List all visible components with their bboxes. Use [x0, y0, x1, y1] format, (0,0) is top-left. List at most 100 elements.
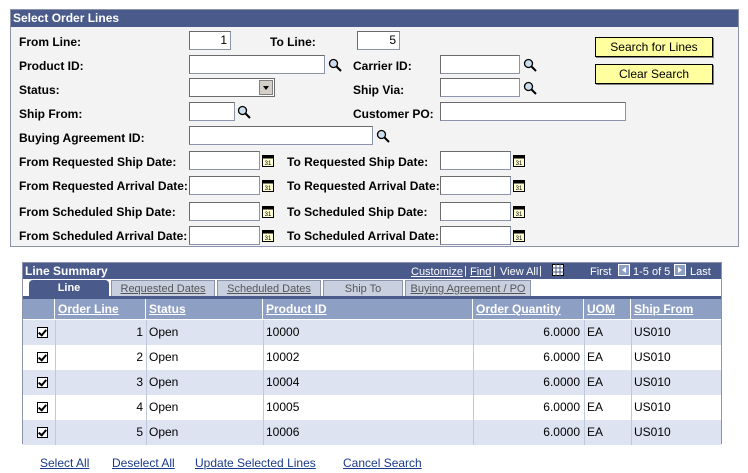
ship-via-lookup-icon[interactable] — [523, 81, 537, 95]
svg-text:31: 31 — [265, 186, 272, 192]
calendar-icon[interactable]: 31 — [513, 229, 525, 242]
svg-text:31: 31 — [516, 236, 523, 242]
tab-ship-to[interactable]: Ship To — [323, 280, 403, 296]
customer-po-input[interactable] — [440, 102, 626, 121]
calendar-icon[interactable]: 31 — [262, 205, 274, 218]
to-scheduled-ship-input[interactable] — [440, 202, 511, 221]
row-checkbox[interactable] — [37, 427, 48, 438]
column-header-product-id[interactable]: Product ID — [263, 299, 473, 319]
order-quantity-cell: 6.0000 — [543, 425, 580, 439]
order-line-cell: 2 — [136, 350, 143, 364]
column-header-order-line[interactable]: Order Line — [55, 299, 146, 319]
grid-title: Line Summary — [25, 264, 108, 278]
ship-from-lookup-icon[interactable] — [237, 105, 251, 119]
clear-search-button[interactable]: Clear Search — [595, 64, 713, 84]
find-link[interactable]: Find — [470, 266, 491, 278]
select-column-header — [23, 299, 55, 319]
table-row: 4 Open 10005 6.0000 EA US010 — [23, 395, 721, 420]
chevron-down-icon[interactable] — [259, 80, 273, 95]
product-id-cell: 10002 — [266, 350, 300, 364]
customize-link[interactable]: Customize — [411, 266, 463, 278]
product-id-input[interactable] — [189, 55, 325, 74]
to-scheduled-arrival-input[interactable] — [440, 226, 511, 245]
to-requested-ship-input[interactable] — [440, 151, 511, 170]
ship-via-label: Ship Via: — [353, 83, 405, 97]
from-requested-ship-input[interactable] — [189, 151, 260, 170]
deselect-all-link[interactable]: Deselect All — [112, 456, 175, 470]
row-checkbox[interactable] — [37, 352, 48, 363]
column-header-status[interactable]: Status — [146, 299, 263, 319]
search-for-lines-button[interactable]: Search for Lines — [595, 37, 713, 57]
product-id-cell: 10000 — [266, 325, 300, 339]
calendar-icon[interactable]: 31 — [262, 179, 274, 192]
carrier-id-input[interactable] — [440, 55, 520, 74]
from-line-input[interactable]: 1 — [189, 31, 231, 50]
ship-from-cell: US010 — [634, 425, 671, 439]
svg-text:31: 31 — [265, 236, 272, 242]
product-id-lookup-icon[interactable] — [328, 58, 342, 72]
product-id-cell: 10004 — [266, 375, 300, 389]
customer-po-label: Customer PO: — [353, 107, 434, 121]
table-row: 3 Open 10004 6.0000 EA US010 — [23, 370, 721, 395]
calendar-icon[interactable]: 31 — [513, 205, 525, 218]
column-header-order-quantity[interactable]: Order Quantity — [473, 299, 584, 319]
row-checkbox[interactable] — [37, 377, 48, 388]
table-row: 5 Open 10006 6.0000 EA US010 — [23, 420, 721, 445]
from-scheduled-arrival-label: From Scheduled Arrival Date: — [19, 229, 188, 243]
from-line-label: From Line: — [19, 35, 81, 49]
grid-download-icon[interactable] — [552, 264, 564, 276]
select-all-link[interactable]: Select All — [40, 456, 89, 470]
carrier-id-lookup-icon[interactable] — [523, 58, 537, 72]
next-arrow-icon[interactable] — [674, 264, 686, 276]
calendar-icon[interactable]: 31 — [513, 179, 525, 192]
select-order-lines-panel: Select Order Lines From Line: 1 To Line:… — [10, 9, 739, 247]
calendar-icon[interactable]: 31 — [513, 154, 525, 167]
calendar-icon[interactable]: 31 — [262, 229, 274, 242]
to-line-input[interactable]: 5 — [357, 31, 400, 50]
calendar-icon[interactable]: 31 — [262, 154, 274, 167]
svg-text:31: 31 — [265, 161, 272, 167]
from-scheduled-arrival-input[interactable] — [189, 226, 260, 245]
row-checkbox[interactable] — [37, 327, 48, 338]
from-requested-ship-label: From Requested Ship Date: — [19, 155, 177, 169]
grid-header: Line Summary Customize | Find | View All… — [23, 263, 721, 279]
to-requested-arrival-input[interactable] — [440, 176, 511, 195]
from-requested-arrival-input[interactable] — [189, 176, 260, 195]
ship-via-input[interactable] — [440, 78, 520, 97]
buying-agreement-input[interactable] — [189, 126, 373, 145]
to-requested-ship-label: To Requested Ship Date: — [287, 155, 429, 169]
uom-cell: EA — [587, 375, 604, 389]
column-header-uom[interactable]: UOM — [584, 299, 631, 319]
status-cell: Open — [149, 375, 179, 389]
svg-text:31: 31 — [516, 212, 523, 218]
svg-text:31: 31 — [516, 186, 523, 192]
status-select[interactable] — [189, 78, 275, 97]
tab-requested-dates[interactable]: Requested Dates — [111, 280, 215, 296]
tab-scheduled-dates[interactable]: Scheduled Dates — [217, 280, 321, 296]
line-summary-grid: Line Summary Customize | Find | View All… — [22, 262, 722, 445]
ship-from-cell: US010 — [634, 400, 671, 414]
order-quantity-cell: 6.0000 — [543, 325, 580, 339]
ship-from-input[interactable] — [189, 102, 235, 121]
update-selected-lines-link[interactable]: Update Selected Lines — [195, 456, 316, 470]
tab-buying-agreement-po[interactable]: Buying Agreement / PO — [405, 280, 531, 296]
row-checkbox[interactable] — [37, 402, 48, 413]
uom-cell: EA — [587, 350, 604, 364]
status-label: Status: — [19, 83, 60, 97]
to-scheduled-ship-label: To Scheduled Ship Date: — [287, 205, 428, 219]
column-header-ship-from[interactable]: Ship From — [631, 299, 721, 319]
panel-title: Select Order Lines — [11, 10, 738, 27]
cancel-search-link[interactable]: Cancel Search — [343, 456, 422, 470]
table-row: 1 Open 10000 6.0000 EA US010 — [23, 320, 721, 345]
order-quantity-cell: 6.0000 — [543, 375, 580, 389]
buying-agreement-lookup-icon[interactable] — [376, 129, 390, 143]
to-scheduled-arrival-label: To Scheduled Arrival Date: — [287, 229, 440, 243]
previous-arrow-icon[interactable] — [618, 264, 630, 276]
status-cell: Open — [149, 425, 179, 439]
view-all-link[interactable]: View All — [500, 266, 538, 278]
from-scheduled-ship-input[interactable] — [189, 202, 260, 221]
tab-line[interactable]: Line — [29, 280, 109, 296]
status-cell: Open — [149, 350, 179, 364]
ship-from-cell: US010 — [634, 325, 671, 339]
ship-from-label: Ship From: — [19, 107, 83, 121]
